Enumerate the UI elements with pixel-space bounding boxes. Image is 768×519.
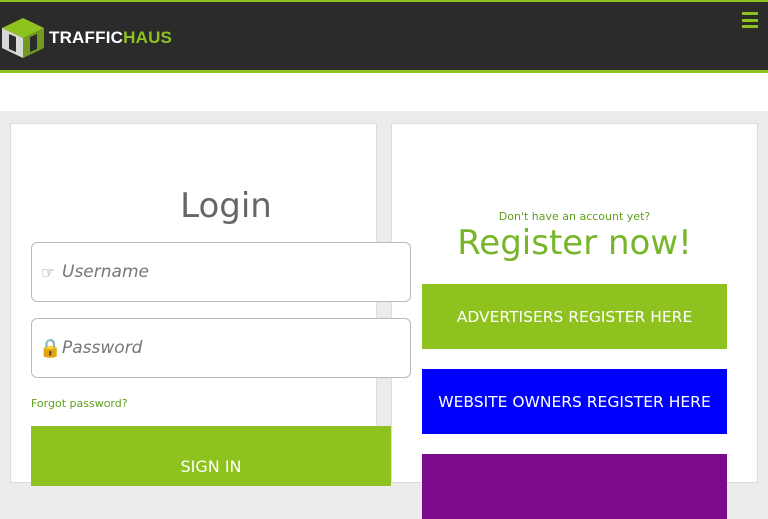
- logo-text: TRAFFICHAUS: [49, 16, 172, 60]
- third-register-button[interactable]: [422, 454, 727, 519]
- login-title: Login: [180, 186, 272, 226]
- advertisers-register-button[interactable]: ADVERTISERS REGISTER HERE: [422, 284, 727, 349]
- password-input[interactable]: [60, 337, 360, 359]
- logo-text-haus: HAUS: [123, 28, 173, 47]
- password-field[interactable]: 🔒: [31, 318, 411, 378]
- traffichaus-cube-logo-icon: [2, 18, 44, 58]
- pointing-hand-icon: ☞: [40, 262, 56, 282]
- register-now-title: Register now!: [457, 223, 692, 263]
- header-spacer: [0, 73, 768, 111]
- top-navigation-bar: TRAFFICHAUS: [0, 0, 768, 73]
- username-field[interactable]: ☞: [31, 242, 411, 302]
- logo[interactable]: TRAFFICHAUS: [0, 16, 172, 60]
- sign-in-button[interactable]: SIGN IN: [31, 426, 391, 486]
- username-input[interactable]: [60, 261, 360, 283]
- logo-text-traffic: TRAFFIC: [49, 28, 124, 47]
- website-owners-register-button[interactable]: WEBSITE OWNERS REGISTER HERE: [422, 369, 727, 434]
- hamburger-menu-icon[interactable]: [742, 12, 758, 28]
- lock-icon: 🔒: [39, 337, 62, 359]
- forgot-password-link[interactable]: Forgot password?: [31, 397, 128, 410]
